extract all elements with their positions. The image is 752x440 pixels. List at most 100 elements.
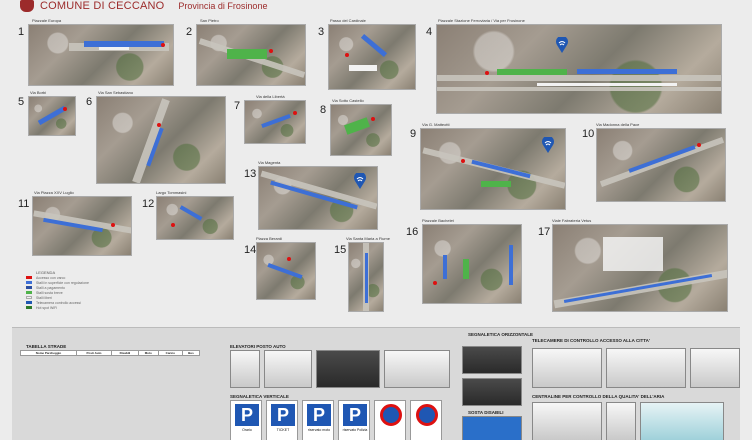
- tile-number: 13: [244, 168, 257, 180]
- wifi-icon: [542, 137, 554, 153]
- aerial-map: [436, 24, 722, 114]
- page-title: COMUNE DI CECCANO: [40, 0, 165, 12]
- camera-photo: [532, 348, 602, 388]
- tile-15[interactable]: 15 Via Santa Maria a Fiume: [334, 236, 390, 314]
- tile-number: 10: [582, 128, 595, 140]
- wifi-icon: [556, 37, 568, 53]
- table-header: Posti Auto: [75, 350, 113, 356]
- tile-1[interactable]: 1 Piazzale Europa: [18, 18, 178, 90]
- tile-caption: Passo del Cardinale: [330, 18, 366, 23]
- tile-7[interactable]: 7 Via della Libertà: [234, 94, 308, 146]
- table-header: Bus: [181, 350, 201, 356]
- tile-13[interactable]: 13 Via Magenta: [244, 160, 380, 232]
- tile-number: 8: [320, 104, 327, 116]
- tile-caption: Piazzale Bachelet: [422, 218, 454, 223]
- aerial-map: [330, 104, 392, 156]
- tile-4[interactable]: 4 Piazzale Stazione Ferroviaria / Via pe…: [426, 18, 726, 118]
- legend-label: Telecamera controllo accessi: [36, 300, 81, 305]
- aerial-map: [328, 24, 416, 90]
- aerial-map: [256, 242, 316, 300]
- parking-sign: Priservato Polizia: [338, 400, 370, 440]
- parking-sign: P Orario: [230, 400, 262, 440]
- tile-number: 14: [244, 244, 257, 256]
- no-parking-sign: [374, 400, 406, 440]
- aerial-map: [596, 128, 726, 202]
- legend-label: Hot spot WiFi: [36, 305, 58, 310]
- header: COMUNE DI CECCANO Provincia di Frosinone: [20, 0, 267, 12]
- tile-8[interactable]: 8 Via Sotto Castello: [320, 98, 394, 158]
- camera-photo: [690, 348, 740, 388]
- aerial-map: [420, 128, 566, 210]
- page-subtitle: Provincia di Frosinone: [178, 1, 268, 11]
- tile-number: 12: [142, 198, 155, 210]
- tile-number: 15: [334, 244, 347, 256]
- aerial-map: [422, 224, 522, 304]
- tile-14[interactable]: 14 Piazza Berardi: [244, 236, 318, 302]
- tile-16[interactable]: 16 Piazzale Bachelet: [406, 218, 524, 306]
- tile-number: 7: [234, 100, 241, 112]
- legend-label: Stalli liberi: [36, 295, 52, 300]
- horizontal-signs-title: SEGNALETICA ORIZZONTALE: [468, 332, 533, 337]
- aerial-map: [156, 196, 234, 240]
- horizontal-sign-photo: [462, 378, 522, 406]
- elevators-title: ELEVATORI POSTO AUTO: [230, 344, 286, 349]
- tile-caption: Via G. Matteotti: [422, 122, 450, 127]
- tile-9[interactable]: 9 Via G. Matteotti: [410, 122, 570, 212]
- table-header: Moto: [137, 350, 159, 356]
- tile-12[interactable]: 12 Largo Tommasini: [142, 190, 236, 242]
- legend-item: Hot spot WiFi: [26, 305, 142, 310]
- tile-caption: Via Santa Maria a Fiume: [346, 236, 390, 241]
- tile-number: 6: [86, 96, 93, 108]
- air-quality-title: CENTRALINE PER CONTROLLO DELLA QUALITA' …: [532, 394, 665, 399]
- legend-label: Stalli a pagamento: [36, 285, 65, 290]
- no-parking-sign: [410, 400, 442, 440]
- table-header: Disabili: [111, 350, 139, 356]
- aerial-map: [96, 96, 226, 184]
- tile-5[interactable]: 5 Via Borbi: [18, 90, 80, 138]
- tile-number: 17: [538, 226, 551, 238]
- tile-10[interactable]: 10 Via Madonna della Pace: [582, 122, 730, 204]
- tile-number: 5: [18, 96, 25, 108]
- tile-caption: Via Magenta: [258, 160, 281, 165]
- tile-caption: San Pietro: [200, 18, 219, 23]
- legend-swatch: [26, 301, 32, 304]
- parking-sign: P TICKET: [266, 400, 298, 440]
- tile-caption: Largo Tommasini: [156, 190, 187, 195]
- aerial-map: [28, 24, 174, 86]
- aerial-map: [32, 196, 132, 256]
- tile-2[interactable]: 2 San Pietro: [186, 18, 308, 90]
- legend-swatch: [26, 286, 32, 289]
- tile-caption: Via Madonna della Pace: [596, 122, 640, 127]
- table-title: TABELLA STRADE: [26, 344, 67, 349]
- disabled-parking-title: SOSTA DISABILI: [468, 410, 504, 415]
- elevator-photo: [384, 350, 450, 388]
- aerial-map: [552, 224, 728, 312]
- tile-17[interactable]: 17 Viale Fabrateria Vetus: [538, 218, 730, 314]
- tile-number: 9: [410, 128, 417, 140]
- aerial-map: [196, 24, 306, 86]
- legend-swatch: [26, 276, 32, 279]
- table-header-row: Nome Parcheggio Posti Auto Disabili Moto…: [20, 350, 201, 356]
- tile-caption: Via San Sebastiano: [98, 90, 134, 95]
- aerial-map: [258, 166, 378, 230]
- vertical-signs-title: SEGNALETICA VERTICALE: [230, 394, 289, 399]
- elevator-photo: [264, 350, 312, 388]
- wifi-icon: [354, 173, 366, 189]
- legend: LEGENDA Accesso con varco Stalli in supe…: [20, 270, 142, 322]
- tile-caption: Via Borbi: [30, 90, 47, 95]
- tile-number: 4: [426, 26, 433, 38]
- elevator-photo: [316, 350, 380, 388]
- legend-swatch: [26, 296, 32, 299]
- aerial-map: [28, 96, 76, 136]
- tile-6[interactable]: 6 Via San Sebastiano: [86, 90, 230, 186]
- horizontal-sign-photo: [462, 346, 522, 374]
- aerial-map: [244, 100, 306, 144]
- disabled-parking-photo: [462, 416, 522, 440]
- legend-label: Accesso con varco: [36, 275, 66, 280]
- legend-swatch: [26, 281, 32, 284]
- tile-number: 1: [18, 26, 25, 38]
- tile-11[interactable]: 11 Via Piazza XXV Luglio: [18, 190, 134, 258]
- legend-label: Stalli sosta breve: [36, 290, 63, 295]
- tile-3[interactable]: 3 Passo del Cardinale: [318, 18, 418, 94]
- tile-caption: Piazza Berardi: [256, 236, 283, 241]
